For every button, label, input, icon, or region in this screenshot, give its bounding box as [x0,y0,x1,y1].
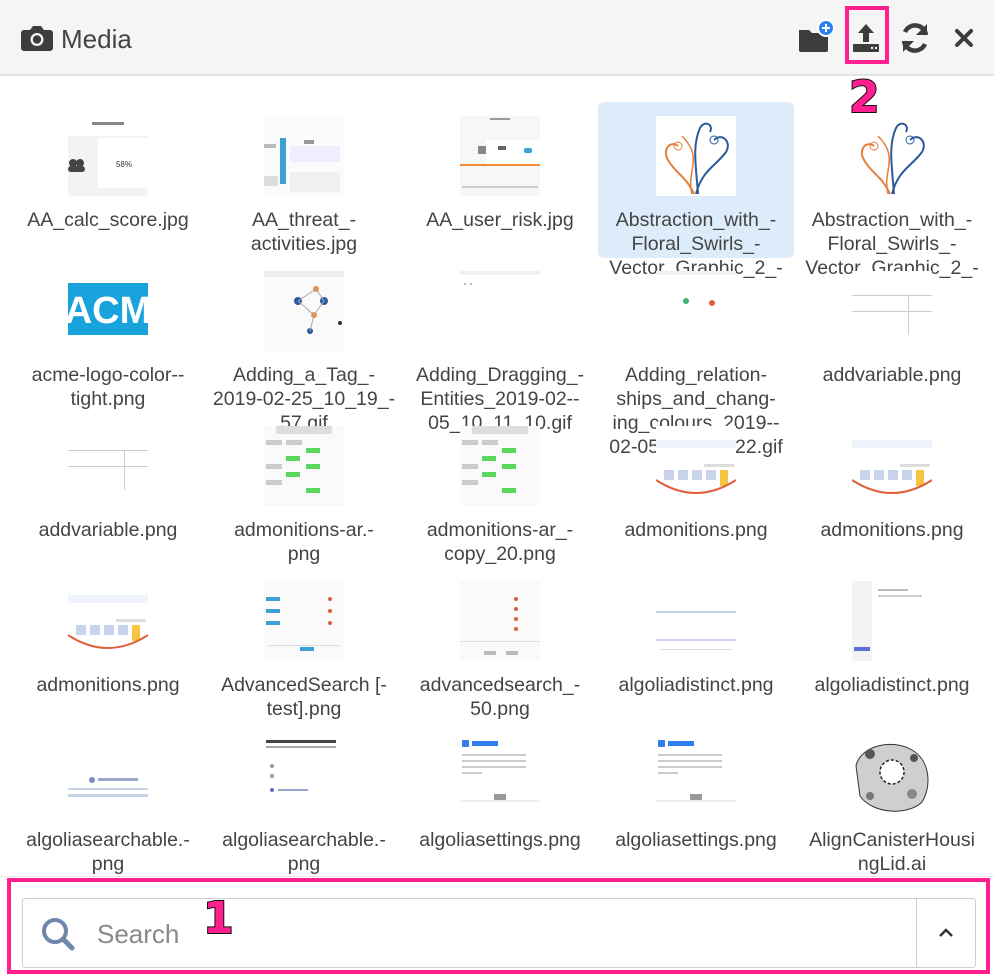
file-thumbnail [656,581,736,661]
refresh-button[interactable] [895,18,935,58]
file-name-label: AA_threat_- activities.jpg [250,209,358,255]
file-name-label: algoliasettings.png [615,829,777,851]
media-file-tile[interactable]: AlignCanisterHousi ngLid.ai [794,722,990,875]
file-name-label: AA_user_risk.jpg [426,209,574,231]
media-file-tile[interactable]: algoliasearchable.- png [206,722,402,875]
media-file-tile[interactable]: Adding_Dragging_- Entities_2019-02-- 05_… [402,257,598,434]
file-thumbnail [68,581,148,661]
media-file-tile[interactable]: AdvancedSearch [- test].png [206,567,402,723]
file-name-label: algoliadistinct.png [618,674,774,696]
file-thumbnail [656,116,736,196]
file-name-label: admonitions.png [36,674,180,696]
file-name-label: algoliasearchable.- png [26,829,190,875]
new-folder-button[interactable] [795,18,835,58]
callout-number-1: 1 [202,892,235,945]
media-file-tile[interactable]: Adding_relation- ships_and_chang- ing_co… [598,257,794,458]
media-file-tile[interactable]: algoliasearchable.- png [10,722,206,875]
media-file-tile[interactable]: Adding_a_Tag_- 2019-02-25_10_19_- 57.gif [206,257,402,434]
file-thumbnail: ACM [68,271,148,351]
file-name-label: addvariable.png [822,364,962,386]
file-thumbnail [460,116,540,196]
file-name-label: admonitions-ar_- copy_20.png [426,519,574,565]
media-file-tile[interactable]: admonitions-ar.- png [206,412,402,568]
media-dialog: Media 2 58% AA_calc_score.jpg AA_threat_… [0,0,994,980]
file-thumbnail [264,271,344,351]
file-thumbnail [852,271,932,351]
file-thumbnail [68,426,148,506]
file-thumbnail [656,736,736,816]
file-thumbnail: 58% [68,116,148,196]
folder-plus-icon [799,19,835,52]
file-thumbnail [852,736,932,816]
close-button[interactable] [944,18,984,58]
close-icon [955,29,973,47]
file-thumbnail [264,116,344,196]
media-file-tile[interactable]: Abstraction_with_- Floral_Swirls_- Vecto… [794,102,990,279]
media-file-tile[interactable]: Abstraction_with_- Floral_Swirls_- Vecto… [598,102,794,279]
file-name-label: algoliadistinct.png [814,674,970,696]
file-name-label: addvariable.png [38,519,178,541]
file-thumbnail [68,736,148,816]
file-thumbnail [656,426,736,506]
camera-icon [21,26,53,51]
thumb-logo-text: ACM [68,290,148,332]
media-file-tile[interactable]: addvariable.png [794,257,990,413]
file-name-label: advancedsearch_- 50.png [419,674,581,720]
refresh-icon [901,23,929,53]
file-thumbnail [852,581,932,661]
file-thumbnail [264,426,344,506]
media-file-tile[interactable]: ACM acme-logo-color-- tight.png [10,257,206,413]
file-thumbnail [460,426,540,506]
dialog-title: Media [61,24,132,54]
file-name-label: algoliasettings.png [419,829,581,851]
file-name-label: AlignCanisterHousi ngLid.ai [809,829,975,875]
media-file-tile[interactable]: admonitions-ar_- copy_20.png [402,412,598,568]
media-file-tile[interactable]: advancedsearch_- 50.png [402,567,598,723]
media-grid: 58% AA_calc_score.jpg AA_threat_- activiti… [10,98,990,875]
media-file-tile[interactable]: algoliasettings.png [598,722,794,875]
media-file-tile[interactable]: 58% AA_calc_score.jpg [10,102,206,258]
file-name-label: admonitions.png [820,519,964,541]
file-thumbnail [852,116,932,196]
file-thumbnail [264,581,344,661]
media-file-tile[interactable]: algoliadistinct.png [598,567,794,723]
file-thumbnail [460,271,540,351]
media-file-tile[interactable]: addvariable.png [10,412,206,568]
thumb-value-text: 58% [116,160,132,169]
media-file-tile[interactable]: admonitions.png [598,412,794,568]
file-thumbnail [264,736,344,816]
media-file-tile[interactable]: admonitions.png [10,567,206,723]
file-thumbnail [852,426,932,506]
file-thumbnail [656,271,736,351]
media-file-tile[interactable]: admonitions.png [794,412,990,568]
file-thumbnail [460,581,540,661]
search-highlight-box [7,878,990,974]
file-name-label: algoliasearchable.- png [222,829,386,875]
file-name-label: admonitions.png [624,519,768,541]
file-thumbnail [460,736,540,816]
media-file-tile[interactable]: algoliasettings.png [402,722,598,875]
media-file-tile[interactable]: AA_user_risk.jpg [402,102,598,258]
media-file-tile[interactable]: AA_threat_- activities.jpg [206,102,402,258]
file-name-label: admonitions-ar.- png [234,519,374,565]
file-name-label: acme-logo-color-- tight.png [31,364,185,410]
upload-highlight-box [845,6,889,64]
file-name-label: AdvancedSearch [- test].png [221,674,387,720]
file-name-label: AA_calc_score.jpg [27,209,189,231]
media-file-tile[interactable]: algoliadistinct.png [794,567,990,723]
